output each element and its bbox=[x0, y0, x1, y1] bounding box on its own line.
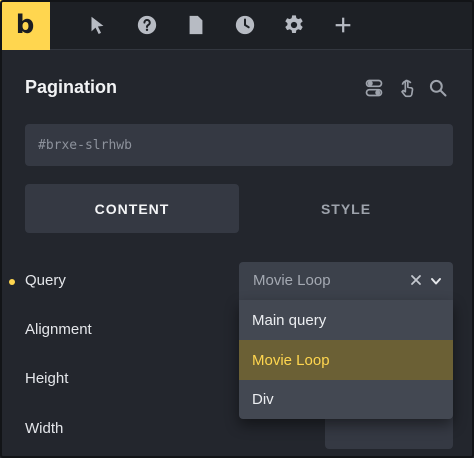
interaction-icon[interactable] bbox=[396, 77, 418, 99]
help-icon[interactable] bbox=[135, 13, 159, 37]
toggle-settings-icon[interactable] bbox=[363, 77, 385, 99]
panel-title: Pagination bbox=[25, 77, 118, 97]
option-main-query[interactable]: Main query bbox=[239, 300, 453, 340]
add-icon[interactable] bbox=[331, 13, 355, 37]
chevron-down-icon[interactable] bbox=[429, 274, 443, 288]
tab-content[interactable]: CONTENT bbox=[25, 184, 239, 233]
query-select-value: Movie Loop bbox=[253, 272, 331, 289]
width-label: Width bbox=[25, 420, 64, 437]
height-label: Height bbox=[25, 370, 69, 387]
query-set-indicator bbox=[9, 279, 15, 285]
css-id-field[interactable]: #brxe-slrhwb bbox=[25, 124, 453, 166]
option-movie-loop[interactable]: Movie Loop bbox=[239, 340, 453, 380]
tab-style[interactable]: STYLE bbox=[239, 184, 453, 233]
query-dropdown: Main query Movie Loop Div bbox=[239, 300, 453, 419]
settings-icon[interactable] bbox=[282, 13, 306, 37]
clear-icon[interactable] bbox=[409, 273, 423, 287]
query-select[interactable]: Movie Loop bbox=[239, 262, 453, 300]
search-icon[interactable] bbox=[427, 77, 449, 99]
query-label: Query bbox=[25, 272, 66, 289]
toolbar: b bbox=[0, 0, 474, 50]
alignment-label: Alignment bbox=[25, 321, 92, 338]
pointer-icon[interactable] bbox=[85, 13, 109, 37]
bricks-logo[interactable]: b bbox=[0, 0, 50, 50]
page-icon[interactable] bbox=[184, 13, 208, 37]
history-icon[interactable] bbox=[233, 13, 257, 37]
option-div[interactable]: Div bbox=[239, 379, 453, 419]
